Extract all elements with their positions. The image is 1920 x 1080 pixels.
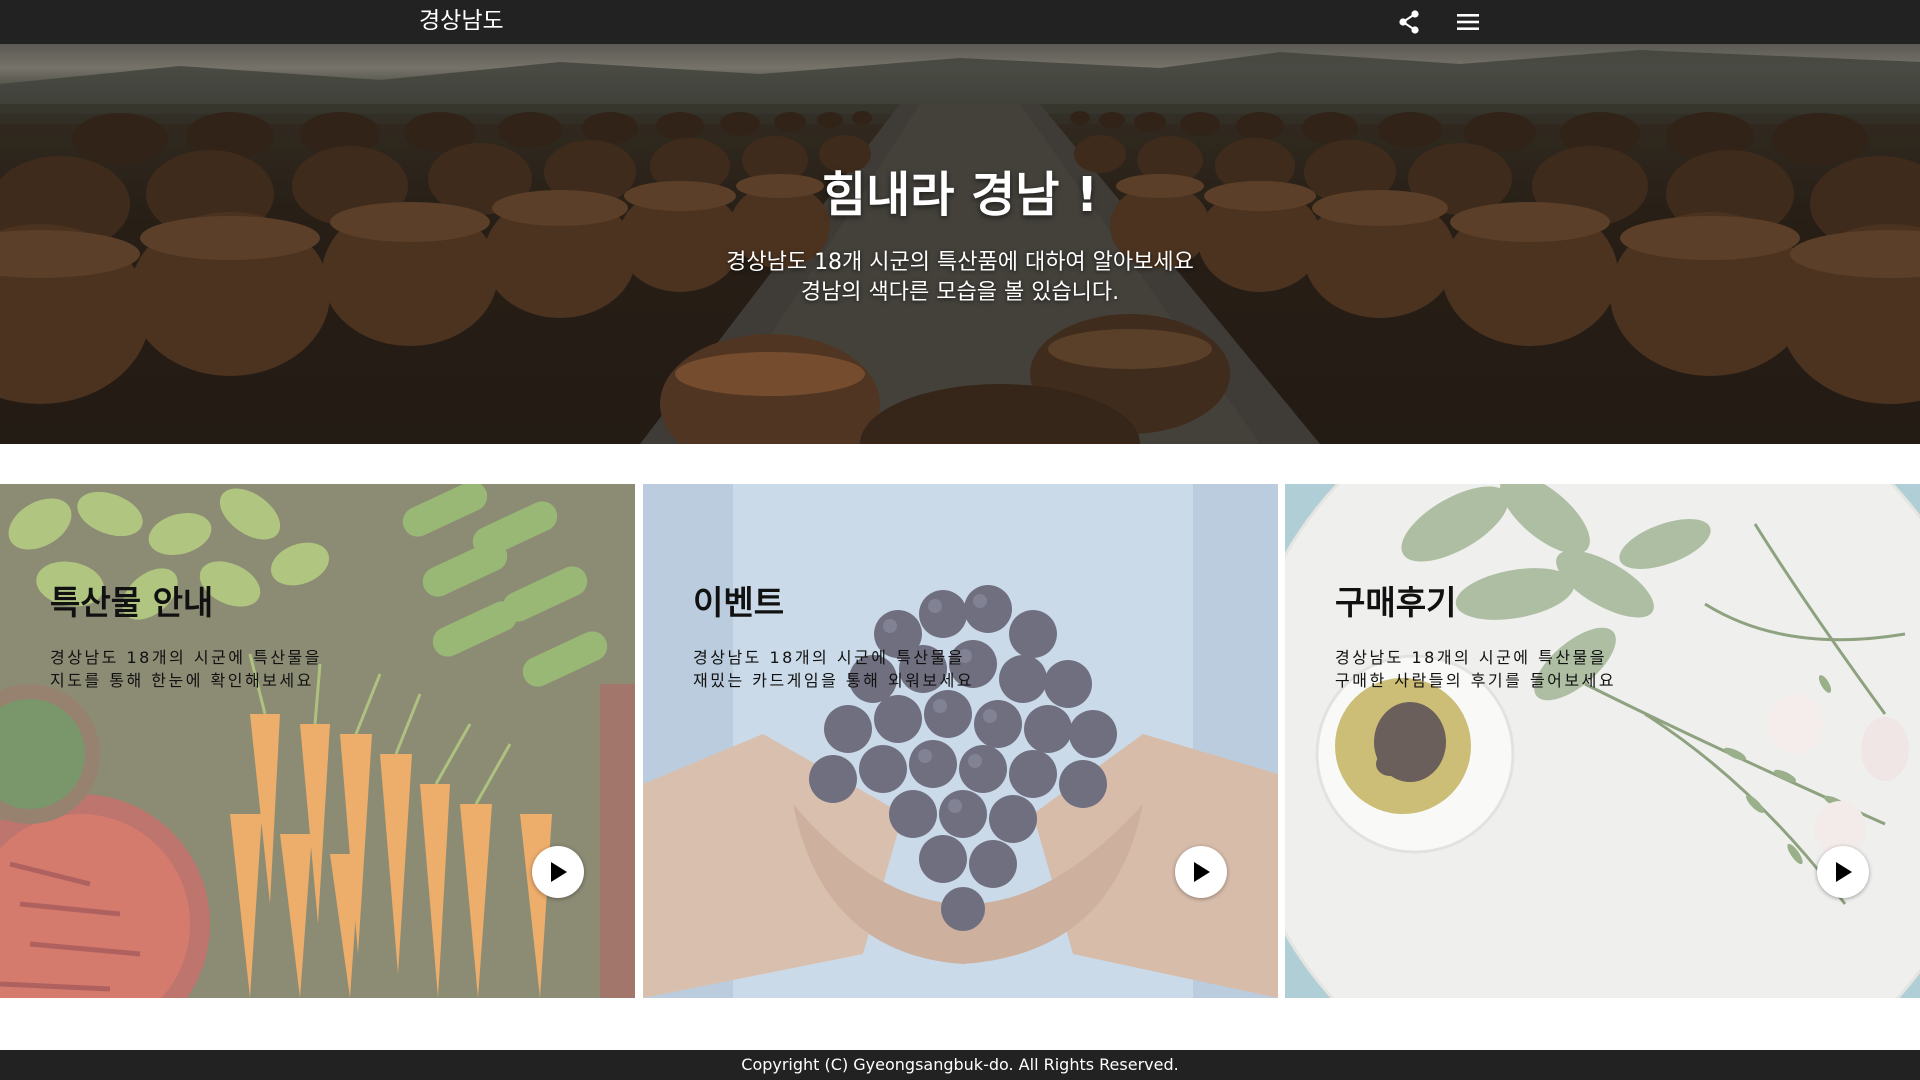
card-description-line-1: 경상남도 18개의 시군에 특산물을 — [693, 648, 965, 667]
card-overlay — [0, 484, 635, 998]
card-title: 이벤트 — [693, 583, 785, 622]
card-description: 경상남도 18개의 시군에 특산물을 구매한 사람들의 후기를 들어보세요 — [1335, 646, 1735, 692]
footer: Copyright (C) Gyeongsangbuk-do. All Righ… — [0, 1050, 1920, 1080]
site-title[interactable]: 경상남도 — [419, 6, 504, 36]
card-specialty-guide[interactable]: 특산물 안내 경상남도 18개의 시군에 특산물을 지도를 통해 한눈에 확인해… — [0, 484, 635, 998]
card-description-line-1: 경상남도 18개의 시군에 특산물을 — [50, 648, 322, 667]
card-description: 경상남도 18개의 시군에 특산물을 지도를 통해 한눈에 확인해보세요 — [50, 646, 450, 692]
card-overlay — [643, 484, 1278, 998]
card-title: 특산물 안내 — [50, 583, 214, 622]
card-event[interactable]: 이벤트 경상남도 18개의 시군에 특산물을 재밌는 카드게임을 통해 외워보세… — [643, 484, 1278, 998]
copyright-text: Copyright (C) Gyeongsangbuk-do. All Righ… — [741, 1055, 1179, 1074]
hero-title: 힘내라 경남 ! — [821, 167, 1099, 223]
card-title: 구매후기 — [1335, 583, 1457, 622]
card-description-line-1: 경상남도 18개의 시군에 특산물을 — [1335, 648, 1607, 667]
play-icon — [551, 862, 567, 882]
play-icon — [1836, 862, 1852, 882]
card-purchase-reviews[interactable]: 구매후기 경상남도 18개의 시군에 특산물을 구매한 사람들의 후기를 들어보… — [1285, 484, 1920, 998]
menu-button[interactable] — [1452, 6, 1484, 38]
card-description-line-2: 구매한 사람들의 후기를 들어보세요 — [1335, 671, 1617, 690]
hero-subtitle: 경상남도 18개 시군의 특산품에 대하여 알아보세요 경남의 색다른 모습을 … — [0, 248, 1920, 308]
card-description: 경상남도 18개의 시군에 특산물을 재밌는 카드게임을 통해 외워보세요 — [693, 646, 1093, 692]
play-button[interactable] — [1817, 846, 1869, 898]
hero-overlay — [0, 44, 1920, 444]
card-description-line-2: 재밌는 카드게임을 통해 외워보세요 — [693, 671, 975, 690]
hero-subtitle-line-2: 경남의 색다른 모습을 볼 있습니다. — [800, 280, 1120, 305]
card-description-line-2: 지도를 통해 한눈에 확인해보세요 — [50, 671, 314, 690]
play-button[interactable] — [532, 846, 584, 898]
share-button[interactable] — [1393, 6, 1425, 38]
hero-banner: 힘내라 경남 ! 경상남도 18개 시군의 특산품에 대하여 알아보세요 경남의… — [0, 44, 1920, 444]
hamburger-menu-icon — [1457, 14, 1479, 30]
hero-subtitle-line-1: 경상남도 18개 시군의 특산품에 대하여 알아보세요 — [726, 250, 1194, 275]
top-navigation-bar: 경상남도 — [0, 0, 1920, 44]
share-icon — [1399, 10, 1419, 34]
card-overlay — [1285, 484, 1920, 998]
play-icon — [1194, 862, 1210, 882]
play-button[interactable] — [1175, 846, 1227, 898]
